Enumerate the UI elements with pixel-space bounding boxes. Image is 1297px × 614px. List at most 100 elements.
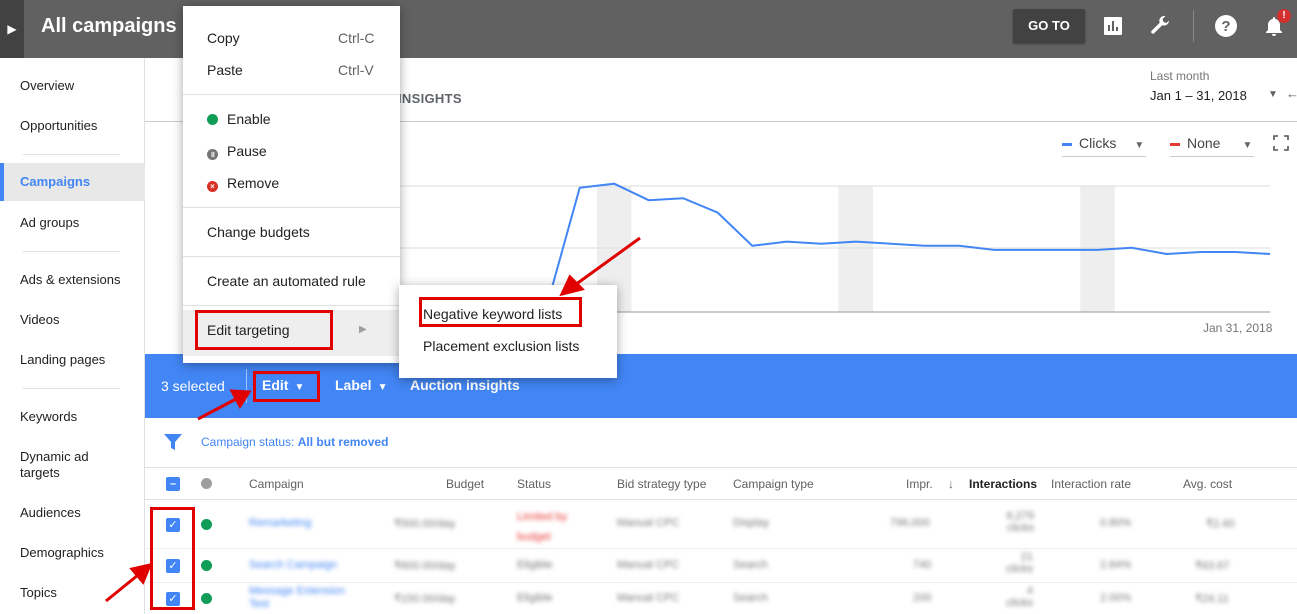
selected-count: 3 selected bbox=[161, 378, 225, 394]
table-row[interactable]: ✓ Search Campaign ₹600.00/day Eligible M… bbox=[145, 549, 1297, 583]
chart-end-date: Jan 31, 2018 bbox=[1203, 321, 1273, 335]
column-bid-strategy[interactable]: Bid strategy type bbox=[617, 477, 706, 491]
menu-divider bbox=[183, 207, 400, 208]
table-row[interactable]: ✓ Remarketing ₹500.00/day Limited by bud… bbox=[145, 501, 1297, 549]
menu-item-paste[interactable]: Paste Ctrl-V bbox=[207, 62, 397, 78]
sidebar-toggle-icon[interactable]: ▶ bbox=[0, 0, 24, 58]
metric-selector-2[interactable]: None ▼ bbox=[1170, 135, 1254, 157]
help-icon[interactable]: ? bbox=[1214, 14, 1238, 38]
menu-item-automated-rule[interactable]: Create an automated rule bbox=[207, 273, 366, 289]
sidebar-item-demographics[interactable]: Demographics bbox=[0, 545, 145, 560]
campaign-name-link[interactable]: Message Extension Test bbox=[249, 585, 349, 611]
reports-icon[interactable] bbox=[1101, 14, 1125, 38]
sort-arrow-down-icon[interactable]: ↓ bbox=[948, 477, 954, 491]
sidebar-item-ads-extensions[interactable]: Ads & extensions bbox=[0, 272, 145, 287]
sidebar-item-opportunities[interactable]: Opportunities bbox=[0, 118, 145, 133]
status-value: Eligible bbox=[517, 592, 553, 604]
tools-wrench-icon[interactable] bbox=[1148, 14, 1172, 38]
status-column-icon bbox=[201, 478, 212, 489]
column-impressions[interactable]: Impr. bbox=[906, 477, 933, 491]
menu-item-enable[interactable]: Enable bbox=[207, 111, 271, 127]
column-budget[interactable]: Budget bbox=[446, 477, 484, 491]
sidebar-item-topics[interactable]: Topics bbox=[0, 585, 145, 600]
campaign-type-value: Display bbox=[733, 517, 770, 529]
interactions-value: 6,279 clicks bbox=[1006, 510, 1034, 534]
column-interaction-rate[interactable]: Interaction rate bbox=[1051, 477, 1131, 491]
label-button-label: Label bbox=[335, 377, 372, 393]
fullscreen-icon[interactable] bbox=[1273, 135, 1289, 151]
status-enabled-icon bbox=[201, 560, 212, 571]
page-title: All campaigns bbox=[41, 15, 177, 37]
chevron-down-icon: ▼ bbox=[1134, 140, 1145, 151]
interaction-rate-value: 2.84% bbox=[1100, 559, 1132, 571]
column-campaign[interactable]: Campaign bbox=[249, 477, 304, 491]
goto-button[interactable]: GO TO bbox=[1013, 9, 1085, 43]
submenu-item-placement-exclusion-lists[interactable]: Placement exclusion lists bbox=[423, 338, 579, 354]
select-all-checkbox[interactable]: – bbox=[166, 477, 180, 491]
metric-2-label: None bbox=[1187, 135, 1221, 151]
column-campaign-type[interactable]: Campaign type bbox=[733, 477, 814, 491]
column-interactions[interactable]: Interactions bbox=[969, 477, 1037, 491]
campaign-type-value: Search bbox=[733, 559, 768, 571]
bid-strategy-value: Manual CPC bbox=[617, 517, 680, 529]
sidebar-item-ad-groups[interactable]: Ad groups bbox=[0, 215, 145, 230]
avg-cost-value: ₹2.40 bbox=[1206, 518, 1235, 530]
enable-dot-icon bbox=[207, 114, 218, 125]
date-range-selector[interactable]: Jan 1 – 31, 2018 bbox=[1150, 88, 1247, 103]
chevron-down-icon[interactable]: ▼ bbox=[1268, 89, 1278, 100]
auction-insights-button[interactable]: Auction insights bbox=[410, 377, 520, 393]
interaction-rate-value: 2.00% bbox=[1100, 592, 1132, 604]
campaign-type-value: Search bbox=[733, 592, 768, 604]
sidebar-divider bbox=[23, 251, 120, 252]
annotation-box-negative-keywords bbox=[419, 297, 582, 327]
copy-shortcut: Ctrl-C bbox=[338, 30, 375, 46]
sidebar-item-campaigns[interactable]: Campaigns bbox=[0, 163, 145, 201]
menu-item-pause-label: Pause bbox=[227, 143, 267, 159]
sidebar-item-audiences[interactable]: Audiences bbox=[0, 505, 145, 520]
sidebar-item-keywords[interactable]: Keywords bbox=[0, 409, 145, 424]
campaign-name-link[interactable]: Search Campaign bbox=[249, 559, 337, 571]
status-value: Eligible bbox=[517, 559, 553, 571]
metric-selector-1[interactable]: Clicks ▼ bbox=[1062, 135, 1146, 157]
sidebar-divider bbox=[23, 388, 120, 389]
impressions-value: 740 bbox=[913, 559, 932, 571]
sidebar-item-dynamic-ad-targets[interactable]: Dynamic ad targets bbox=[0, 449, 110, 481]
arrow-left-icon[interactable]: ← bbox=[1286, 86, 1297, 101]
campaign-status-filter[interactable]: Campaign status: All but removed bbox=[201, 435, 388, 449]
filter-bar: Campaign status: All but removed bbox=[145, 418, 1297, 468]
submenu-arrow-icon: ▶ bbox=[359, 324, 367, 335]
menu-item-remove[interactable]: × Remove bbox=[207, 175, 279, 192]
sidebar-item-videos[interactable]: Videos bbox=[0, 312, 145, 327]
campaign-name-link[interactable]: Remarketing bbox=[249, 517, 311, 529]
menu-divider bbox=[183, 94, 400, 95]
pause-icon: ॥ bbox=[207, 149, 218, 160]
annotation-box-edit-button bbox=[253, 371, 320, 402]
budget-value: ₹150.00/day bbox=[394, 593, 456, 605]
interaction-rate-value: 0.80% bbox=[1100, 517, 1132, 529]
menu-item-change-budgets[interactable]: Change budgets bbox=[207, 224, 310, 240]
filter-prefix: Campaign status: bbox=[201, 435, 295, 449]
annotation-box-edit-targeting bbox=[195, 310, 333, 350]
avg-cost-value: ₹63.67 bbox=[1195, 560, 1230, 572]
series-color-swatch bbox=[1062, 142, 1072, 146]
column-avg-cost[interactable]: Avg. cost bbox=[1183, 477, 1232, 491]
avg-cost-value: ₹24.11 bbox=[1195, 593, 1229, 605]
sidebar-item-landing-pages[interactable]: Landing pages bbox=[0, 352, 145, 367]
menu-item-copy-label: Copy bbox=[207, 30, 240, 46]
toolbar-divider bbox=[1193, 10, 1194, 42]
chevron-down-icon: ▼ bbox=[377, 382, 388, 393]
sidebar-item-overview[interactable]: Overview bbox=[0, 78, 145, 93]
menu-item-copy[interactable]: Copy Ctrl-C bbox=[207, 30, 397, 46]
date-range-label: Last month bbox=[1150, 69, 1210, 83]
table-row[interactable]: ✓ Message Extension Test ₹150.00/day Eli… bbox=[145, 583, 1297, 614]
action-bar-divider bbox=[246, 369, 247, 403]
interactions-value: 4 clicks bbox=[1006, 585, 1033, 609]
tab-insights[interactable]: INSIGHTS bbox=[398, 91, 462, 106]
menu-item-pause[interactable]: ॥ Pause bbox=[207, 143, 267, 160]
impressions-value: 200 bbox=[913, 592, 932, 604]
column-status[interactable]: Status bbox=[517, 477, 551, 491]
budget-value: ₹600.00/day bbox=[394, 560, 456, 572]
filter-funnel-icon[interactable] bbox=[164, 434, 182, 450]
series-color-swatch bbox=[1170, 142, 1180, 146]
label-button[interactable]: Label ▼ bbox=[335, 377, 387, 393]
